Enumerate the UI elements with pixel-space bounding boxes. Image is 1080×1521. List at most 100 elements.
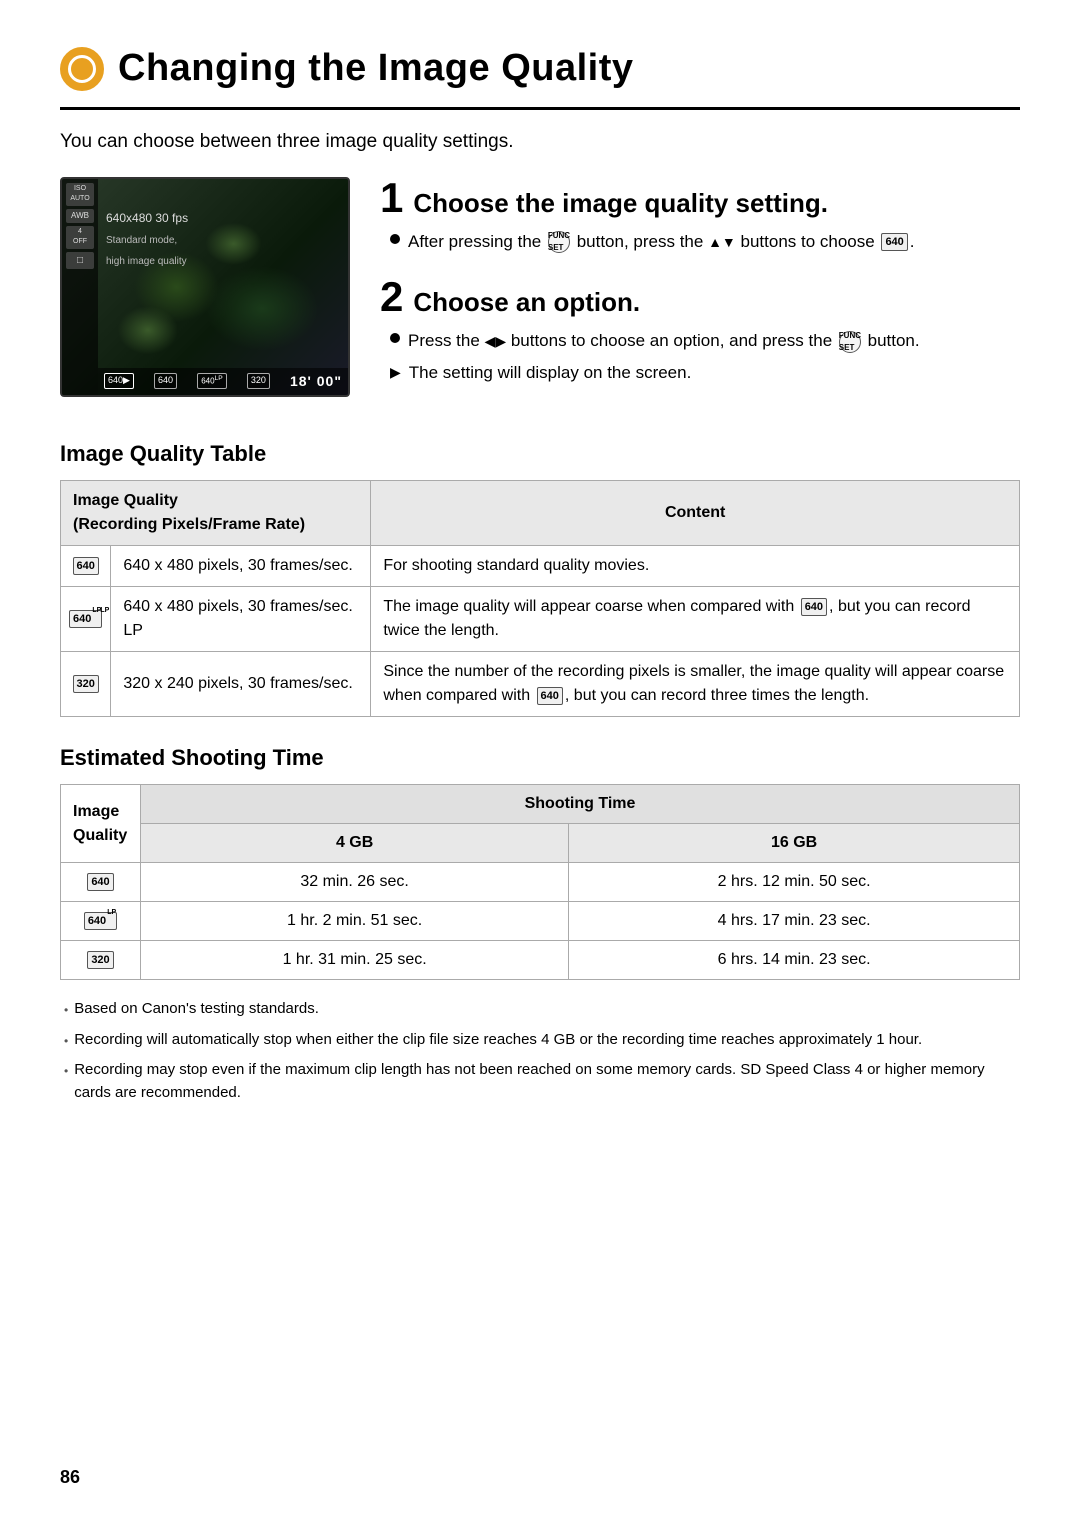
step-1: 1 Choose the image quality setting. Afte… xyxy=(380,177,1020,255)
iq-section-title: Image Quality Table xyxy=(60,437,1020,470)
est-row2-icon: 640LP xyxy=(61,902,141,941)
step-2-header: 2 Choose an option. xyxy=(380,276,1020,322)
camera-sidebar: ISOAUTO AWB 4OFF □ xyxy=(62,179,98,395)
est-iq-header: Image Quality xyxy=(61,785,141,863)
camera-fps: 640x480 30 fps xyxy=(106,209,188,227)
main-content: ISOAUTO AWB 4OFF □ 640x480 30 fps Standa… xyxy=(60,177,1020,408)
camera-overlay-text: 640x480 30 fps Standard mode, high image… xyxy=(106,209,188,269)
est-row-3: 320 1 hr. 31 min. 25 sec. 6 hrs. 14 min.… xyxy=(61,941,1020,980)
step-2-bullet-2: ▶ The setting will display on the screen… xyxy=(390,360,1020,386)
iq-row3-content: Since the number of the recording pixels… xyxy=(371,652,1020,717)
camera-bg: ISOAUTO AWB 4OFF □ 640x480 30 fps Standa… xyxy=(62,179,348,395)
est-st-header: Shooting Time xyxy=(141,785,1020,824)
iq-table-section: Image Quality Table Image Quality (Recor… xyxy=(60,437,1020,717)
footnote-bullet-3: • xyxy=(64,1062,68,1080)
camera-bottom-bar: 640▶ 640 640LP 320 18' 00" xyxy=(98,368,348,395)
step-2-bullet-1: Press the ◀▶ buttons to choose an option… xyxy=(390,328,1020,354)
est-640-badge: 640 xyxy=(87,873,113,892)
est-row3-16gb: 6 hrs. 14 min. 23 sec. xyxy=(569,941,1020,980)
footnote-bullet-2: • xyxy=(64,1032,68,1050)
iq-row3-icon: 320 xyxy=(61,652,111,717)
est-section-title: Estimated Shooting Time xyxy=(60,741,1020,774)
footnote-bullet-1: • xyxy=(64,1001,68,1019)
cam-iso-icon: ISOAUTO xyxy=(66,183,94,206)
iq-table-row-2: 640LP 640 x 480 pixels, 30 frames/sec. L… xyxy=(61,587,1020,652)
est-header-row-1: Image Quality Shooting Time xyxy=(61,785,1020,824)
title-icon xyxy=(60,47,104,91)
shooting-time-table: Image Quality Shooting Time 4 GB 16 GB 6… xyxy=(60,784,1020,980)
cam-res-640-active: 640▶ xyxy=(104,373,134,389)
cam-res-640lp: 640LP xyxy=(197,373,227,389)
footnote-2: • Recording will automatically stop when… xyxy=(60,1029,1020,1052)
iq-640-badge-1: 640 xyxy=(73,557,99,576)
arrow-updown-icon: ▲▼ xyxy=(708,234,736,250)
iq-col1-header: Image Quality (Recording Pixels/Frame Ra… xyxy=(61,481,371,546)
step-2-title: Choose an option. xyxy=(413,283,640,322)
page-title: Changing the Image Quality xyxy=(118,40,634,97)
cam-mode-icon: □ xyxy=(66,252,94,269)
est-4gb-header: 4 GB xyxy=(141,824,569,863)
step-2-bullet-2-text: The setting will display on the screen. xyxy=(409,360,692,386)
step-2-bullets: Press the ◀▶ buttons to choose an option… xyxy=(380,328,1020,385)
iq-row3-pixels: 320 x 240 pixels, 30 frames/sec. xyxy=(111,652,371,717)
func-set-button-badge-2: FUNCSET xyxy=(839,331,861,353)
steps-container: 1 Choose the image quality setting. Afte… xyxy=(380,177,1020,408)
iq-row1-pixels: 640 x 480 pixels, 30 frames/sec. xyxy=(111,546,371,587)
camera-mode1: Standard mode, xyxy=(106,233,188,248)
step-2-number: 2 xyxy=(380,276,403,318)
image-quality-table: Image Quality (Recording Pixels/Frame Ra… xyxy=(60,480,1020,717)
bullet-circle-icon-2 xyxy=(390,333,400,343)
est-row1-16gb: 2 hrs. 12 min. 50 sec. xyxy=(569,863,1020,902)
est-row1-icon: 640 xyxy=(61,863,141,902)
est-row1-4gb: 32 min. 26 sec. xyxy=(141,863,569,902)
cam-res-640: 640 xyxy=(154,373,177,389)
func-set-button-badge: FUNCSET xyxy=(548,231,570,253)
arrow-right-icon: ▶ xyxy=(390,362,401,383)
res-640-badge: 640 xyxy=(881,233,907,252)
iq-row1-icon: 640 xyxy=(61,546,111,587)
iq-row2-pixels: 640 x 480 pixels, 30 frames/sec. LP xyxy=(111,587,371,652)
iq-row2-content: The image quality will appear coarse whe… xyxy=(371,587,1020,652)
footnote-1-text: Based on Canon's testing standards. xyxy=(74,998,319,1021)
est-row-1: 640 32 min. 26 sec. 2 hrs. 12 min. 50 se… xyxy=(61,863,1020,902)
iq-640lp-badge: 640LP xyxy=(69,610,102,629)
step-1-bullet-1-text: After pressing the FUNCSET button, press… xyxy=(408,229,915,255)
est-header-row-2: 4 GB 16 GB xyxy=(61,824,1020,863)
intro-text: You can choose between three image quali… xyxy=(60,128,1020,157)
footnotes: • Based on Canon's testing standards. • … xyxy=(60,998,1020,1104)
footnote-3: • Recording may stop even if the maximum… xyxy=(60,1059,1020,1104)
iq-table-header-row: Image Quality (Recording Pixels/Frame Ra… xyxy=(61,481,1020,546)
iq-320-badge: 320 xyxy=(73,675,99,694)
est-table-section: Estimated Shooting Time Image Quality Sh… xyxy=(60,741,1020,980)
est-row-2: 640LP 1 hr. 2 min. 51 sec. 4 hrs. 17 min… xyxy=(61,902,1020,941)
footnote-1: • Based on Canon's testing standards. xyxy=(60,998,1020,1021)
iq-row2-icon: 640LP xyxy=(61,587,111,652)
page-number: 86 xyxy=(60,1464,80,1491)
est-row2-16gb: 4 hrs. 17 min. 23 sec. xyxy=(569,902,1020,941)
iq-row1-content: For shooting standard quality movies. xyxy=(371,546,1020,587)
iq-table-row-1: 640 640 x 480 pixels, 30 frames/sec. For… xyxy=(61,546,1020,587)
step-2: 2 Choose an option. Press the ◀▶ buttons… xyxy=(380,276,1020,385)
est-320-badge: 320 xyxy=(87,951,113,970)
iq-col2-header: Content xyxy=(371,481,1020,546)
cam-flash-icon: 4OFF xyxy=(66,226,94,249)
step-1-header: 1 Choose the image quality setting. xyxy=(380,177,1020,223)
est-row3-icon: 320 xyxy=(61,941,141,980)
camera-mode2: high image quality xyxy=(106,254,188,269)
step-1-bullet-1: After pressing the FUNCSET button, press… xyxy=(390,229,1020,255)
step-2-bullet-1-text: Press the ◀▶ buttons to choose an option… xyxy=(408,328,920,354)
est-16gb-header: 16 GB xyxy=(569,824,1020,863)
footnote-3-text: Recording may stop even if the maximum c… xyxy=(74,1059,1020,1104)
camera-time: 18' 00" xyxy=(290,371,342,392)
step-1-title: Choose the image quality setting. xyxy=(413,184,828,223)
footnote-2-text: Recording will automatically stop when e… xyxy=(74,1029,922,1052)
bullet-circle-icon xyxy=(390,234,400,244)
cam-awb-icon: AWB xyxy=(66,209,94,223)
camera-screen: ISOAUTO AWB 4OFF □ 640x480 30 fps Standa… xyxy=(60,177,350,397)
inline-640-ref-2: 640 xyxy=(537,687,563,706)
page-title-bar: Changing the Image Quality xyxy=(60,40,1020,110)
step-1-bullets: After pressing the FUNCSET button, press… xyxy=(380,229,1020,255)
cam-res-320: 320 xyxy=(247,373,270,389)
arrow-lr-icon: ◀▶ xyxy=(485,333,507,349)
est-row2-4gb: 1 hr. 2 min. 51 sec. xyxy=(141,902,569,941)
